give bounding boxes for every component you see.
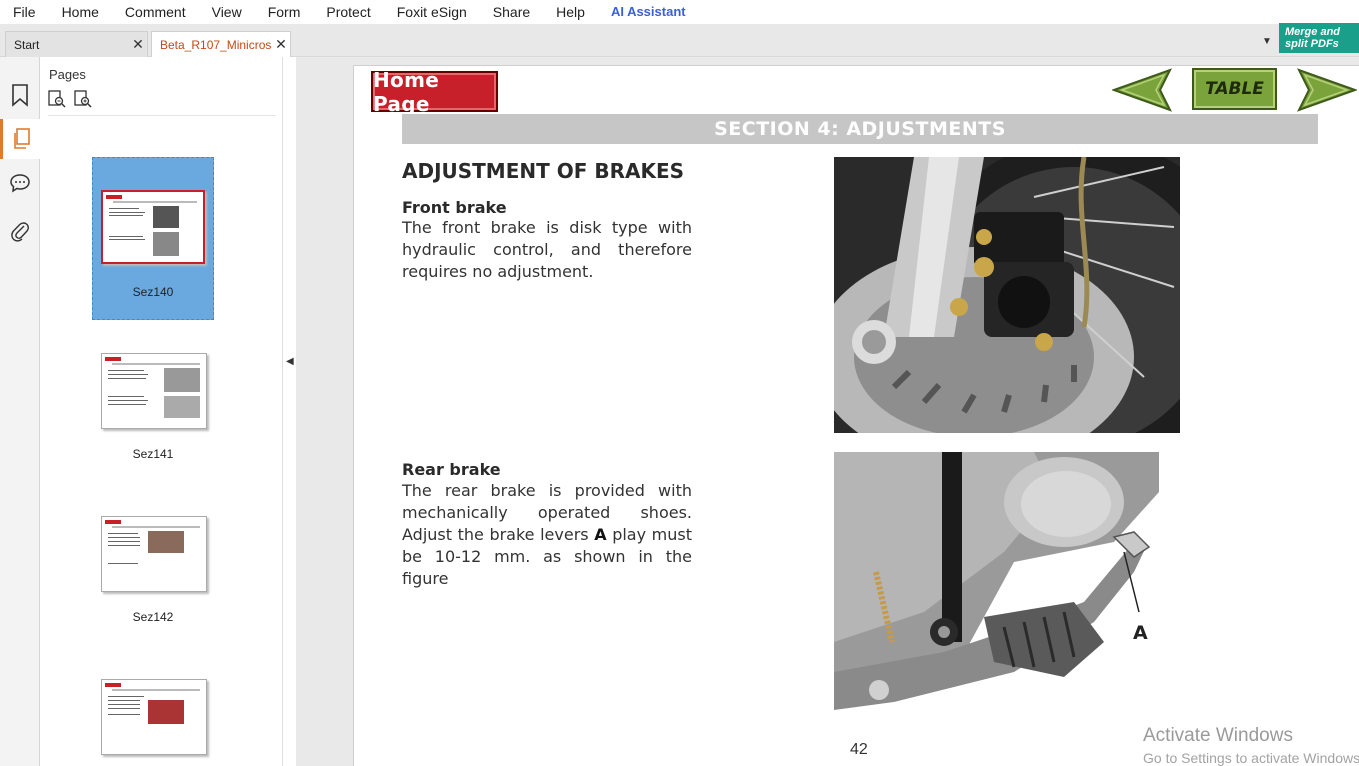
close-icon[interactable]: ✕: [272, 36, 290, 53]
rear-brake-label-a: A: [594, 525, 607, 544]
thumb-image: [148, 700, 184, 724]
thumb-text-line: [108, 541, 140, 542]
thumb-image: [153, 206, 179, 228]
rear-brake-text-1: The rear brake is provided with mechanic…: [402, 481, 692, 522]
menu-protect[interactable]: Protect: [313, 0, 383, 24]
bookmark-icon[interactable]: [0, 75, 40, 115]
thumbnail-label: Sez141: [132, 447, 174, 461]
zoom-out-thumbnail-icon[interactable]: [48, 90, 66, 113]
thumb-text-line: [108, 563, 138, 564]
thumbnail-label: Sez140: [132, 285, 174, 299]
thumb-text-line: [108, 396, 144, 397]
thumb-text-line: [108, 370, 144, 371]
activate-windows-subtitle: Go to Settings to activate Windows.: [1143, 750, 1359, 766]
rear-brake-text-2a: Adjust the brake levers: [402, 525, 595, 544]
thumb-text-line: [109, 208, 139, 209]
thumb-text-line: [108, 696, 144, 697]
next-arrow-icon[interactable]: [1295, 68, 1357, 112]
pages-icon[interactable]: [0, 119, 40, 159]
thumb-home-mark: [105, 683, 121, 687]
thumb-text-line: [108, 708, 140, 709]
thumb-section-bar: [112, 526, 200, 528]
zoom-in-thumbnail-icon[interactable]: [74, 90, 92, 113]
page-heading: ADJUSTMENT OF BRAKES: [402, 159, 685, 183]
thumb-text-line: [109, 239, 145, 240]
thumb-text-line: [108, 400, 148, 401]
previous-arrow-icon[interactable]: [1112, 68, 1174, 112]
tab-document[interactable]: Beta_R107_Minicross... ✕: [151, 31, 291, 57]
thumb-image: [164, 368, 200, 392]
thumb-text-line: [108, 537, 140, 538]
thumb-image: [164, 396, 200, 418]
menu-comment[interactable]: Comment: [112, 0, 199, 24]
thumb-text-line: [108, 704, 140, 705]
pages-panel: Pages Sez140 Sez141 Sez142: [40, 57, 323, 766]
thumb-text-line: [108, 533, 138, 534]
rear-brake-text: The rear brake is provided with mechanic…: [402, 480, 692, 590]
front-brake-photo: [834, 157, 1180, 433]
thumb-text-line: [108, 378, 146, 379]
thumb-home-mark: [105, 520, 121, 524]
rear-brake-photo: [834, 452, 1159, 710]
thumb-image: [153, 232, 179, 256]
page-number: 42: [850, 741, 868, 758]
panel-divider: [48, 115, 276, 116]
panel-tools: [48, 90, 92, 113]
figure-label-a: A: [1133, 622, 1148, 644]
chevron-down-icon[interactable]: ▼: [1262, 36, 1272, 47]
menu-bar: File Home Comment View Form Protect Foxi…: [0, 0, 1359, 24]
menu-share[interactable]: Share: [480, 0, 543, 24]
front-brake-title: Front brake: [402, 198, 507, 217]
thumb-text-line: [109, 215, 143, 216]
thumb-home-mark: [105, 357, 121, 361]
thumb-section-bar: [113, 201, 197, 203]
merge-split-button[interactable]: Merge and split PDFs: [1279, 23, 1359, 53]
thumb-text-line: [108, 374, 148, 375]
thumbnail-page-sez140[interactable]: [101, 190, 205, 264]
thumbnail-page-sez141[interactable]: [101, 353, 207, 429]
menu-form[interactable]: Form: [255, 0, 314, 24]
tab-start[interactable]: Start ✕: [5, 31, 148, 57]
tab-start-label: Start: [14, 37, 40, 52]
tab-document-label: Beta_R107_Minicross...: [160, 37, 272, 52]
thumbnail-page-sez143[interactable]: [101, 679, 207, 755]
section-title: SECTION 4: ADJUSTMENTS: [402, 114, 1318, 144]
thumb-text-line: [108, 714, 140, 715]
home-page-button[interactable]: Home Page: [371, 68, 498, 116]
menu-view[interactable]: View: [199, 0, 255, 24]
table-button[interactable]: TABLE: [1192, 68, 1277, 110]
menu-file[interactable]: File: [0, 0, 49, 24]
thumb-text-line: [108, 700, 140, 701]
attachment-icon[interactable]: [0, 211, 40, 251]
menu-home[interactable]: Home: [49, 0, 112, 24]
menu-help[interactable]: Help: [543, 0, 598, 24]
menu-ai-assistant[interactable]: AI Assistant: [598, 0, 699, 24]
thumb-section-bar: [112, 363, 200, 365]
thumb-text-line: [108, 545, 140, 546]
tab-bar: Start ✕ Beta_R107_Minicross... ✕ ▼: [0, 24, 1359, 57]
thumbnail-page-sez142[interactable]: [101, 516, 207, 592]
thumb-image: [148, 531, 184, 553]
rear-brake-title: Rear brake: [402, 460, 501, 479]
thumb-text-line: [109, 212, 145, 213]
comment-icon[interactable]: [0, 163, 40, 203]
panel-title: Pages: [49, 67, 86, 82]
left-rail: [0, 57, 40, 766]
collapse-panel-icon[interactable]: ◀: [286, 356, 294, 367]
thumbnail-label: Sez142: [132, 610, 174, 624]
thumb-text-line: [108, 404, 146, 405]
menu-foxit-esign[interactable]: Foxit eSign: [384, 0, 480, 24]
activate-windows-title: Activate Windows: [1143, 725, 1293, 746]
thumb-section-bar: [112, 689, 200, 691]
front-brake-text: The front brake is disk type with hydrau…: [402, 218, 692, 281]
thumb-text-line: [109, 236, 143, 237]
thumb-home-mark: [106, 195, 122, 199]
close-icon[interactable]: ✕: [129, 36, 147, 53]
